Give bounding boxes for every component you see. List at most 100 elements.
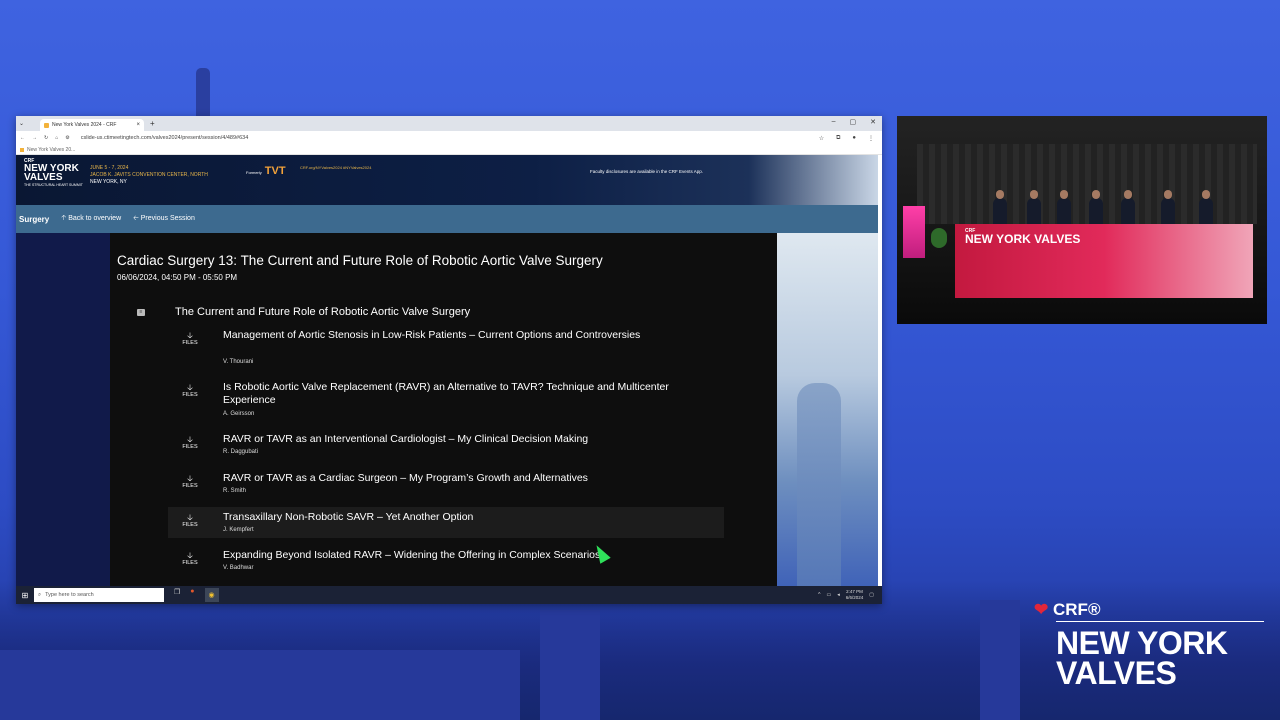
tab-close-icon[interactable]: × bbox=[137, 122, 141, 128]
tab-menu-icon[interactable]: ⌄ bbox=[19, 120, 24, 127]
chrome-icon[interactable]: ◉ bbox=[204, 588, 219, 602]
bookmark-star-icon[interactable]: ☆ bbox=[819, 135, 824, 142]
panelist bbox=[1057, 190, 1071, 226]
bookmark-item[interactable]: New York Valves 20... bbox=[27, 147, 75, 153]
system-tray: ^ ▭ ◂ 2:47 PM 6/6/2024 ▢ bbox=[818, 589, 874, 601]
talk-title[interactable]: Expanding Beyond Isolated RAVR – Widenin… bbox=[223, 549, 683, 562]
event-logo-subtitle: THE STRUCTURAL HEART SUMMIT bbox=[24, 183, 83, 187]
section-toggle-icon[interactable]: ≡ bbox=[137, 309, 145, 316]
site-info-icon[interactable]: ⚙ bbox=[65, 135, 69, 141]
podium bbox=[903, 206, 925, 258]
talk-item-hovered[interactable]: 🡣 FILES Transaxillary Non-Robotic SAVR – … bbox=[168, 507, 724, 538]
fort-building bbox=[0, 650, 520, 720]
minimize-icon[interactable]: – bbox=[832, 118, 836, 126]
talk-author: R. Daggubati bbox=[223, 449, 259, 455]
more-menu-icon[interactable]: ⋮ bbox=[868, 135, 874, 142]
left-decor-panel bbox=[16, 233, 110, 588]
bookmarks-bar: New York Valves 20... bbox=[16, 145, 882, 155]
session-time: 06/06/2024, 04:50 PM - 05:50 PM bbox=[117, 273, 238, 282]
table-logo: CRF NEW YORK VALVES bbox=[965, 228, 1081, 246]
new-tab-icon[interactable]: + bbox=[150, 119, 155, 128]
event-venue: JACOB K. JAVITS CONVENTION CENTER, NORTH bbox=[90, 172, 208, 178]
panelist bbox=[1161, 190, 1175, 226]
taskbar-clock[interactable]: 2:47 PM 6/6/2024 bbox=[846, 589, 864, 601]
tray-chevron-icon[interactable]: ^ bbox=[818, 592, 820, 598]
talk-title[interactable]: Is Robotic Aortic Valve Replacement (RAV… bbox=[223, 381, 683, 407]
download-arrow-icon: 🡣 bbox=[187, 513, 193, 522]
close-window-icon[interactable]: ✕ bbox=[870, 118, 876, 126]
plant bbox=[931, 228, 947, 248]
crf-mark: ❤ CRF® bbox=[1034, 600, 1101, 619]
files-download[interactable]: 🡣 FILES bbox=[178, 383, 202, 398]
taskbar-apps: ❐ ● ◉ bbox=[174, 588, 219, 602]
session-nav: Surgery 🡡 Back to overview 🡠 Previous Se… bbox=[16, 205, 878, 233]
bookmark-favicon-icon bbox=[20, 147, 24, 152]
network-icon[interactable]: ▭ bbox=[826, 592, 831, 598]
panelist bbox=[1027, 190, 1041, 226]
session-content: Cardiac Surgery 13: The Current and Futu… bbox=[16, 233, 878, 588]
event-info: JUNE 5 - 7, 2024 JACOB K. JAVITS CONVENT… bbox=[90, 165, 208, 186]
session-title: Cardiac Surgery 13: The Current and Futu… bbox=[117, 253, 603, 268]
heart-icon: ❤ bbox=[1034, 600, 1049, 619]
files-download[interactable]: 🡣 FILES bbox=[178, 474, 202, 489]
event-hashtags: CRF.org/NYValves2024 #NYValves2024 bbox=[300, 165, 372, 170]
download-arrow-icon: 🡣 bbox=[187, 435, 193, 444]
talk-item[interactable]: 🡣 FILES Management of Aortic Stenosis in … bbox=[168, 327, 724, 369]
tab-title: New York Valves 2024 - CRF bbox=[52, 122, 117, 128]
panel-table: CRF NEW YORK VALVES bbox=[955, 224, 1253, 298]
search-icon: ⌕ bbox=[38, 591, 42, 598]
address-bar: ← → ↻ ⌂ ⚙ cslide-us.ctimeetingtech.com/v… bbox=[16, 131, 882, 145]
files-download[interactable]: 🡣 FILES bbox=[178, 551, 202, 566]
task-view-icon[interactable]: ❐ bbox=[174, 588, 180, 602]
taskbar-search[interactable]: ⌕ Type here to search bbox=[34, 588, 164, 602]
talk-title[interactable]: Management of Aortic Stenosis in Low-Ris… bbox=[223, 329, 683, 342]
browser-tab[interactable]: New York Valves 2024 - CRF × bbox=[40, 119, 145, 131]
talk-title[interactable]: Transaxillary Non-Robotic SAVR – Yet Ano… bbox=[223, 511, 683, 524]
talk-item[interactable]: 🡣 FILES Expanding Beyond Isolated RAVR – … bbox=[168, 547, 724, 575]
talk-title[interactable]: RAVR or TAVR as an Interventional Cardio… bbox=[223, 433, 683, 446]
crf-corner-logo: ❤ CRF® NEW YORK VALVES bbox=[1034, 600, 1264, 691]
skyline-building bbox=[980, 600, 1020, 720]
statue-silhouette bbox=[196, 68, 210, 116]
panelist bbox=[1199, 190, 1213, 226]
disclosure-text: Faculty disclosures are available in the… bbox=[590, 169, 704, 174]
corner-logo-title: NEW YORK VALVES bbox=[1056, 625, 1228, 691]
nav-brand[interactable]: Surgery bbox=[19, 215, 49, 224]
app-icon[interactable]: ● bbox=[190, 588, 194, 602]
volume-icon[interactable]: ◂ bbox=[837, 592, 840, 598]
forward-arrow-icon[interactable]: → bbox=[32, 135, 37, 141]
notification-icon[interactable]: ▢ bbox=[869, 592, 874, 598]
talk-author: R. Smith bbox=[223, 488, 247, 494]
event-banner: CRF NEW YORK VALVES THE STRUCTURAL HEART… bbox=[16, 155, 878, 205]
talk-item[interactable]: 🡣 FILES RAVR or TAVR as a Cardiac Surgeon… bbox=[168, 470, 724, 498]
back-to-overview-link[interactable]: 🡡 Back to overview bbox=[61, 214, 121, 225]
files-download[interactable]: 🡣 FILES bbox=[178, 435, 202, 450]
extensions-icon[interactable]: ⧉ bbox=[836, 135, 840, 142]
maximize-icon[interactable]: ▢ bbox=[850, 118, 857, 126]
download-arrow-icon: 🡣 bbox=[187, 331, 193, 340]
logo-divider bbox=[1056, 621, 1264, 622]
tab-bar: ⌄ New York Valves 2024 - CRF × + – ▢ ✕ bbox=[16, 116, 882, 131]
previous-session-link[interactable]: 🡠 Previous Session bbox=[133, 214, 195, 225]
download-arrow-icon: 🡣 bbox=[187, 551, 193, 560]
talk-title[interactable]: RAVR or TAVR as a Cardiac Surgeon – My P… bbox=[223, 472, 683, 485]
favicon-icon bbox=[44, 122, 50, 128]
talk-author: J. Kempfert bbox=[223, 527, 254, 533]
files-download[interactable]: 🡣 FILES bbox=[178, 331, 202, 346]
windows-start-icon[interactable]: ⊞ bbox=[18, 591, 32, 600]
download-arrow-icon: 🡣 bbox=[187, 383, 193, 392]
talk-item[interactable]: 🡣 FILES Is Robotic Aortic Valve Replaceme… bbox=[168, 379, 724, 421]
home-icon[interactable]: ⌂ bbox=[55, 135, 58, 141]
reload-icon[interactable]: ↻ bbox=[44, 135, 48, 141]
up-arrow-icon: 🡡 bbox=[61, 214, 67, 222]
profile-icon[interactable]: ● bbox=[852, 135, 856, 142]
window-controls: – ▢ ✕ bbox=[832, 118, 876, 126]
files-download[interactable]: 🡣 FILES bbox=[178, 513, 202, 528]
talk-item[interactable]: 🡣 FILES RAVR or TAVR as an Interventional… bbox=[168, 431, 724, 459]
url-field[interactable]: cslide-us.ctimeetingtech.com/valves2024/… bbox=[81, 135, 249, 141]
talk-author: A. Geirsson bbox=[223, 411, 255, 417]
panelist bbox=[1121, 190, 1135, 226]
back-arrow-icon[interactable]: ← bbox=[20, 135, 25, 141]
right-decor-panel bbox=[777, 233, 878, 588]
panelist bbox=[993, 190, 1007, 226]
